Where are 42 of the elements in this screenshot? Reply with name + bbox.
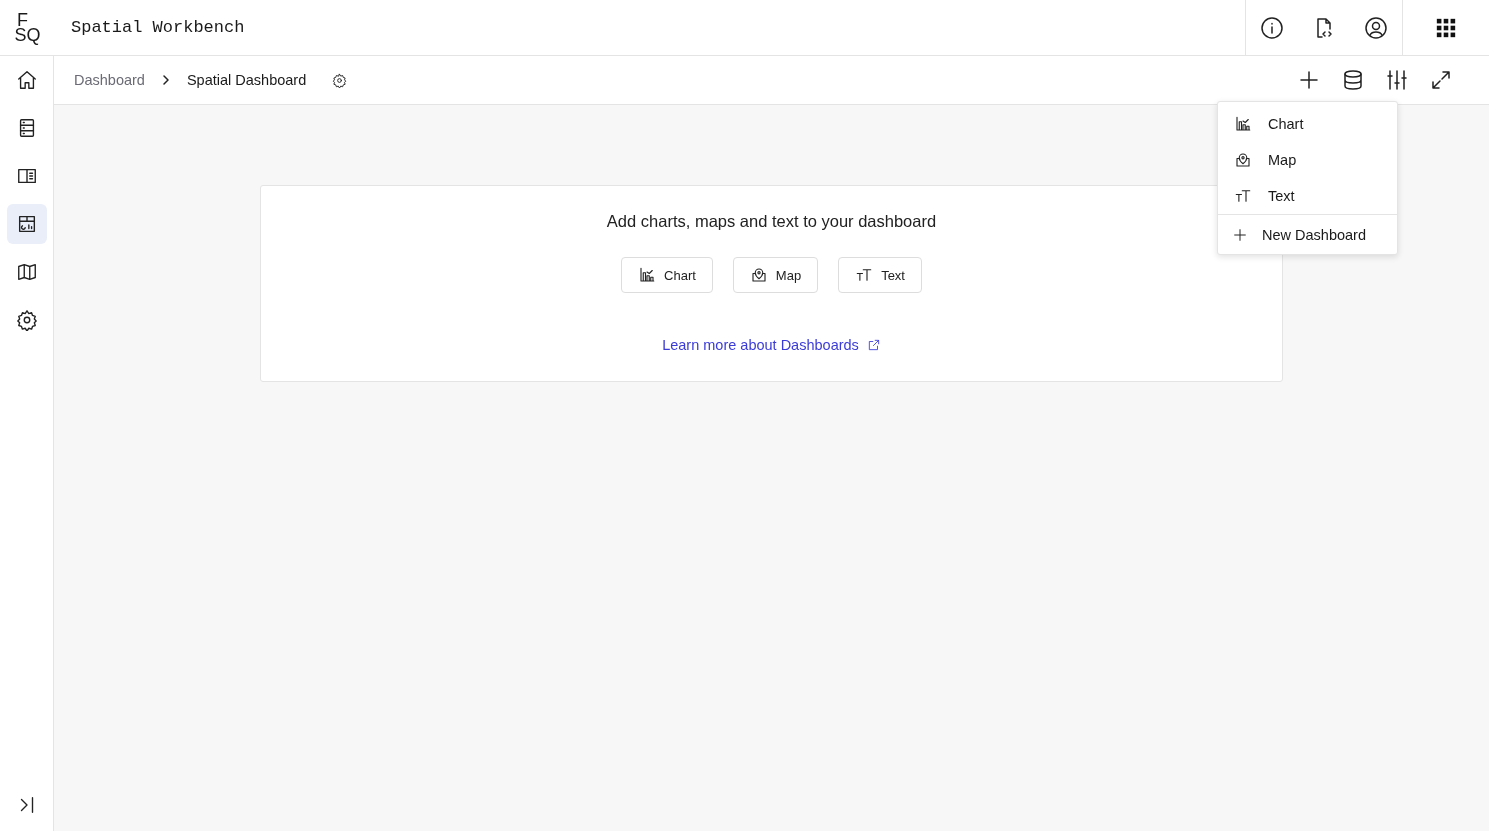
dashboard-settings-button[interactable] xyxy=(332,72,348,88)
sidebar-item[interactable] xyxy=(6,204,47,244)
fullscreen-button[interactable] xyxy=(1429,68,1453,92)
breadcrumb-current: Spatial Dashboard xyxy=(186,72,307,88)
bar-chart-icon xyxy=(1234,115,1252,133)
account-button[interactable] xyxy=(1364,15,1388,40)
home-icon xyxy=(15,69,38,91)
database-icon xyxy=(1341,68,1365,92)
plus-icon xyxy=(1297,68,1321,92)
sliders-icon xyxy=(1385,68,1409,92)
map-icon xyxy=(15,261,38,283)
add-widget-button[interactable]: Chart xyxy=(621,257,713,293)
menu-item[interactable]: Text xyxy=(1218,178,1397,214)
learn-more-link[interactable]: Learn more about Dashboards xyxy=(662,337,881,353)
menu-item[interactable]: Chart xyxy=(1218,106,1397,142)
breadcrumb-link[interactable]: Dashboard xyxy=(74,72,145,88)
plus-icon xyxy=(1232,226,1248,243)
logo: F SQ xyxy=(13,12,42,43)
add-widget-button[interactable]: Text xyxy=(838,257,922,293)
gear-icon xyxy=(332,72,348,88)
new-dashboard-item[interactable]: New Dashboard xyxy=(1218,214,1397,254)
apps-button[interactable] xyxy=(1435,16,1457,39)
settings-icon xyxy=(15,309,38,331)
text-size-icon xyxy=(1234,187,1252,205)
info-button[interactable] xyxy=(1260,15,1284,40)
text-size-icon xyxy=(855,266,874,284)
filters-button[interactable] xyxy=(1385,68,1409,92)
app-title: Spatial Workbench xyxy=(71,18,246,37)
bar-chart-icon xyxy=(638,266,657,284)
map-pin-icon xyxy=(749,266,768,284)
map-pin-icon xyxy=(1234,151,1252,169)
add-widget-button[interactable]: Map xyxy=(732,257,819,293)
empty-state-message: Add charts, maps and text to your dashboard xyxy=(606,212,937,231)
expand-icon xyxy=(1429,68,1453,92)
menu-item[interactable]: Map xyxy=(1218,142,1397,178)
external-link-icon xyxy=(866,338,881,352)
add-button[interactable] xyxy=(1297,68,1321,92)
chevron-icon xyxy=(160,74,171,86)
grid-icon xyxy=(1435,16,1457,39)
data-button[interactable] xyxy=(1341,68,1365,92)
info-icon xyxy=(1260,15,1284,40)
user-icon xyxy=(1364,15,1388,40)
